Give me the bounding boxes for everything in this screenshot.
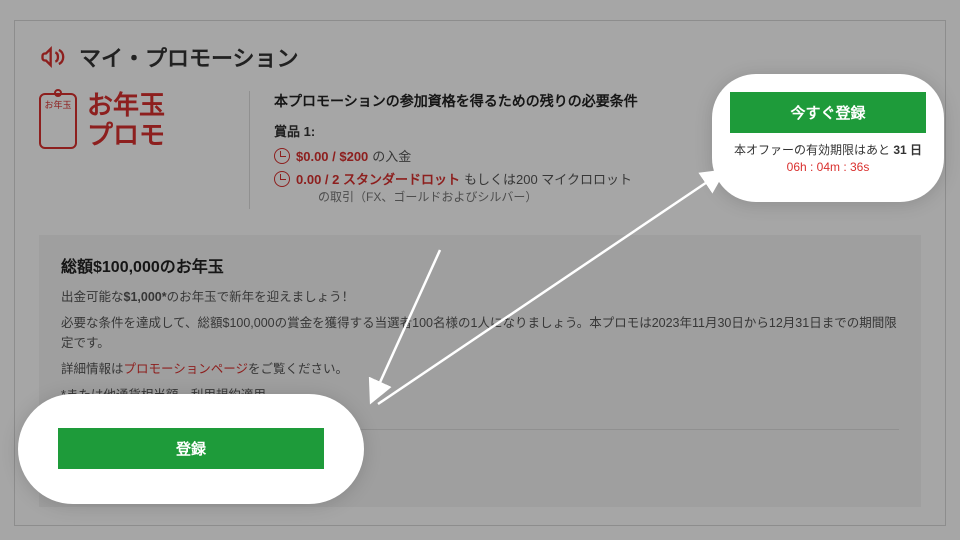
prize-label: 賞品 1: — [274, 121, 721, 140]
promo-logo: お年玉 お年玉プロモ — [39, 91, 249, 151]
spotlight-register: 登録 — [18, 394, 364, 504]
register-now-button[interactable]: 今すぐ登録 — [730, 92, 926, 133]
desc-heading: 総額$100,000のお年玉 — [61, 253, 899, 277]
req-lots: 0.00 / 2 スタンダードロットもしくは200 マイクロロット の取引（FX… — [274, 169, 721, 205]
req-deposit: $0.00 / $200の入金 — [274, 146, 721, 165]
offer-expiry: 本オファーの有効期限はあと 31 日 — [730, 141, 926, 158]
clock-icon — [274, 171, 290, 187]
page-title: マイ・プロモーション — [79, 41, 299, 73]
register-button[interactable]: 登録 — [58, 428, 324, 469]
spotlight-register-now: 今すぐ登録 本オファーの有効期限はあと 31 日 06h : 04m : 36s — [712, 74, 944, 202]
requirements: 本プロモーションの参加資格を得るための残りの必要条件 賞品 1: $0.00 /… — [249, 91, 721, 209]
countdown: 06h : 04m : 36s — [730, 160, 926, 174]
req-title: 本プロモーションの参加資格を得るための残りの必要条件 — [274, 91, 721, 111]
promo-page-link[interactable]: プロモーションページ — [124, 362, 249, 376]
megaphone-icon — [39, 43, 67, 71]
clock-icon — [274, 148, 290, 164]
